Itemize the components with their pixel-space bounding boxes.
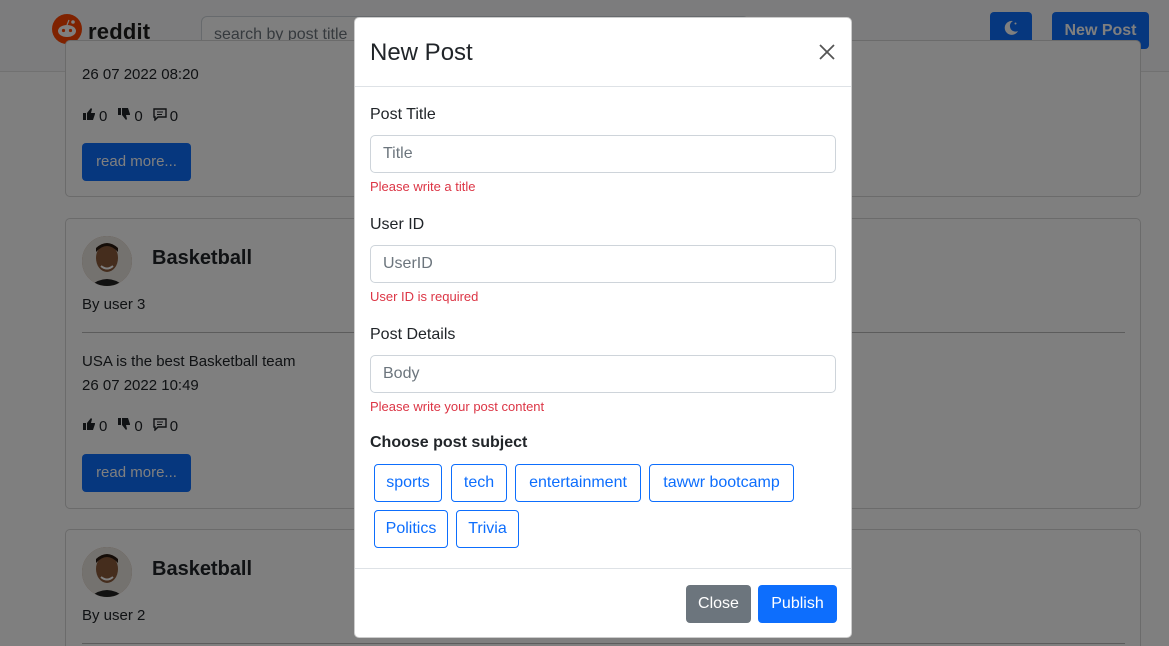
post-title-error: Please write a title	[370, 179, 476, 194]
post-title-label: Post Title	[370, 106, 436, 123]
user-id-error: User ID is required	[370, 289, 479, 304]
new-post-modal: New Post Post Title Please write a title…	[354, 17, 852, 638]
user-id-label: User ID	[370, 216, 425, 233]
close-button[interactable]: Close	[686, 585, 751, 623]
modal-footer: Close Publish	[355, 568, 851, 637]
user-id-input[interactable]	[370, 245, 836, 283]
subject-chip-politics[interactable]: Politics	[374, 510, 448, 548]
modal-title: New Post	[370, 39, 473, 66]
subject-chip-tawwr-bootcamp[interactable]: tawwr bootcamp	[649, 464, 794, 502]
post-details-error: Please write your post content	[370, 399, 545, 414]
subject-chip-sports[interactable]: sports	[374, 464, 442, 502]
subject-chip-entertainment[interactable]: entertainment	[515, 464, 641, 502]
publish-button[interactable]: Publish	[758, 585, 837, 623]
post-details-label: Post Details	[370, 326, 456, 343]
post-details-input[interactable]	[370, 355, 836, 393]
subject-chip-tech[interactable]: tech	[451, 464, 507, 502]
subject-chip-trivia[interactable]: Trivia	[456, 510, 519, 548]
close-icon[interactable]	[817, 42, 837, 62]
post-title-input[interactable]	[370, 135, 836, 173]
modal-header: New Post	[355, 18, 851, 87]
subject-label: Choose post subject	[370, 434, 528, 451]
